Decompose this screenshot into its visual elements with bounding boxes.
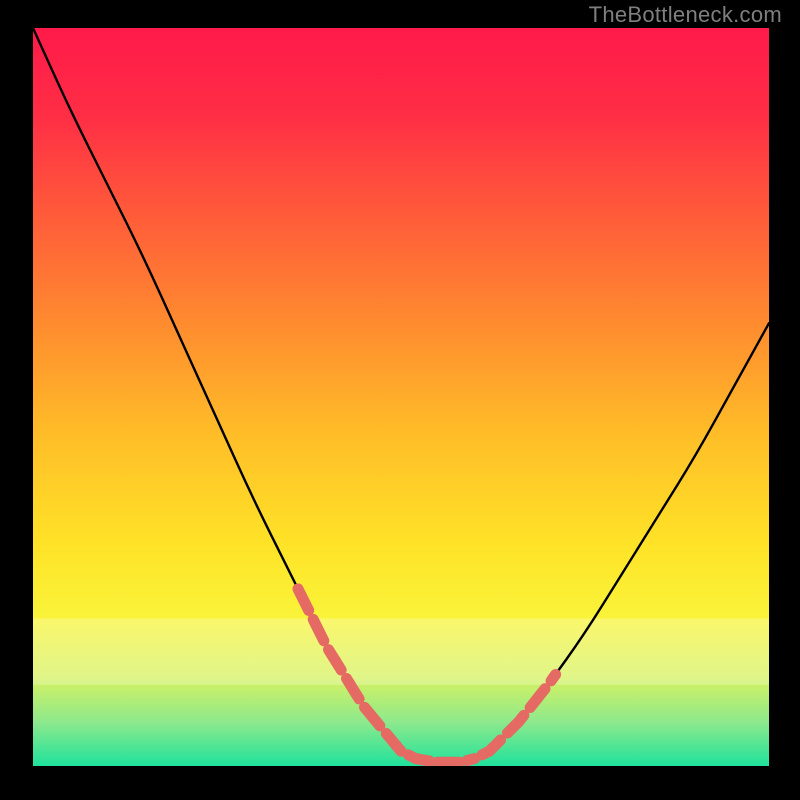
bottleneck-chart xyxy=(0,0,800,800)
watermark-text: TheBottleneck.com xyxy=(589,2,782,28)
pale-horizontal-band xyxy=(33,618,769,684)
chart-container: { "watermark": "TheBottleneck.com", "dim… xyxy=(0,0,800,800)
